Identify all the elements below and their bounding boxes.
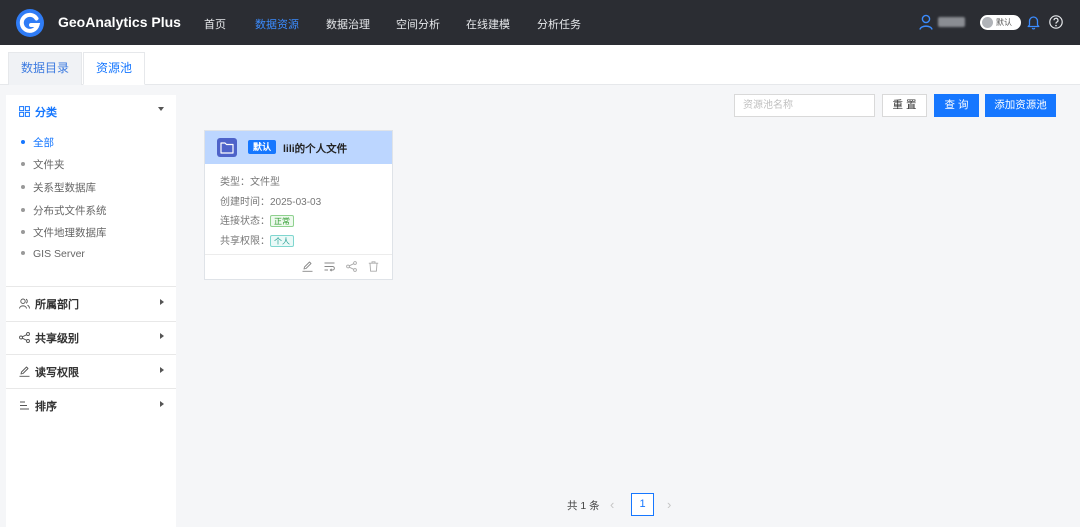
- bullet-dot: [21, 162, 25, 167]
- category-all[interactable]: 全部: [21, 135, 54, 150]
- card-share-row: 共享权限： 个人: [220, 232, 294, 248]
- theme-toggle-label: 默认: [996, 18, 1012, 27]
- card-status-row: 连接状态： 正常: [220, 212, 294, 228]
- section-rw-permission[interactable]: 读写权限: [6, 355, 176, 388]
- category-relational-db[interactable]: 关系型数据库: [21, 180, 96, 195]
- share-badge: 个人: [270, 235, 294, 248]
- prev-page-chevron-left-icon[interactable]: ‹: [610, 497, 614, 512]
- app-title: GeoAnalytics Plus: [58, 14, 181, 30]
- tab-data-catalog[interactable]: 数据目录: [8, 52, 83, 85]
- chevron-right-icon: [160, 367, 164, 373]
- nav-home[interactable]: 首页: [204, 16, 226, 32]
- bullet-dot: [21, 208, 25, 213]
- reset-button[interactable]: 重 置: [882, 94, 927, 117]
- top-navbar: GeoAnalytics Plus 首页 数据资源 数据治理 空间分析 在线建模…: [0, 0, 1080, 45]
- category-gis-server-label: GIS Server: [33, 248, 85, 260]
- user-icon[interactable]: [919, 14, 933, 30]
- add-resource-pool-button[interactable]: 添加资源池: [985, 94, 1056, 117]
- bullet-dot: [21, 251, 25, 256]
- share-icon[interactable]: [346, 261, 357, 272]
- app-logo-icon[interactable]: [15, 8, 45, 38]
- filter-sidebar: 分类 全部 文件夹 关系型数据库 分布式文件系统 文件地理数据库 GIS Ser…: [6, 95, 176, 527]
- nav-spatial-analysis[interactable]: 空间分析: [396, 16, 440, 32]
- category-file-geodatabase-label: 文件地理数据库: [33, 227, 107, 239]
- edit-icon: [19, 366, 30, 377]
- folder-icon: [217, 138, 237, 157]
- category-folder-label: 文件夹: [33, 159, 65, 171]
- bullet-dot: [21, 230, 25, 235]
- category-gis-server[interactable]: GIS Server: [21, 248, 85, 260]
- type-value: 文件型: [250, 177, 280, 188]
- theme-toggle[interactable]: 默认: [980, 15, 1021, 30]
- share-label: 共享权限：: [220, 236, 270, 247]
- section-department[interactable]: 所属部门: [6, 287, 176, 320]
- bullet-dot: [21, 140, 25, 145]
- next-page-chevron-right-icon[interactable]: ›: [667, 497, 671, 512]
- nav-analysis-tasks[interactable]: 分析任务: [537, 16, 581, 32]
- chevron-down-icon: [158, 107, 164, 111]
- bell-icon[interactable]: [1027, 14, 1040, 30]
- chevron-right-icon: [160, 401, 164, 407]
- page-number-button[interactable]: 1: [631, 493, 654, 516]
- bullet-dot: [21, 185, 25, 190]
- card-title[interactable]: lili的个人文件: [283, 141, 347, 156]
- resource-pool-card[interactable]: 默认 lili的个人文件 类型：文件型 创建时间：2025-03-03 连接状态…: [204, 130, 393, 280]
- status-badge: 正常: [270, 215, 294, 228]
- type-label: 类型：: [220, 177, 250, 188]
- nav-online-modeling[interactable]: 在线建模: [466, 16, 510, 32]
- nav-data-resources[interactable]: 数据资源: [255, 16, 299, 32]
- help-icon[interactable]: [1049, 15, 1063, 29]
- section-share-level[interactable]: 共享级别: [6, 321, 176, 354]
- user-name-blurred[interactable]: [938, 17, 965, 27]
- status-label: 连接状态：: [220, 216, 270, 227]
- category-relational-db-label: 关系型数据库: [33, 182, 96, 194]
- section-category[interactable]: 分类: [6, 95, 176, 128]
- section-rw-permission-label: 读写权限: [35, 366, 79, 379]
- category-folder[interactable]: 文件夹: [21, 157, 65, 172]
- section-department-label: 所属部门: [35, 298, 79, 311]
- share-icon: [19, 332, 30, 343]
- tab-resource-pool[interactable]: 资源池: [83, 52, 146, 85]
- card-header: 默认 lili的个人文件: [205, 131, 392, 164]
- card-type-row: 类型：文件型: [220, 173, 280, 188]
- nav-data-governance[interactable]: 数据治理: [326, 16, 370, 32]
- category-distributed-fs[interactable]: 分布式文件系统: [21, 203, 107, 218]
- section-category-label: 分类: [35, 106, 57, 119]
- chevron-right-icon: [160, 333, 164, 339]
- chevron-right-icon: [160, 299, 164, 305]
- default-badge: 默认: [248, 140, 277, 154]
- section-sort[interactable]: 排序: [6, 389, 176, 422]
- text-wrap-icon[interactable]: [324, 261, 335, 272]
- edit-icon[interactable]: [302, 261, 313, 272]
- category-all-label: 全部: [33, 137, 54, 149]
- toggle-knob: [982, 17, 993, 28]
- tab-bar: 数据目录 资源池: [0, 45, 1080, 85]
- sort-icon: [20, 401, 29, 410]
- delete-icon[interactable]: [368, 261, 379, 272]
- section-share-level-label: 共享级别: [35, 332, 79, 345]
- people-icon: [19, 298, 30, 309]
- pagination-total: 共 1 条: [567, 500, 600, 512]
- resource-pool-search-input[interactable]: [734, 94, 875, 117]
- category-distributed-fs-label: 分布式文件系统: [33, 205, 107, 217]
- created-label: 创建时间：: [220, 197, 270, 208]
- category-file-geodatabase[interactable]: 文件地理数据库: [21, 225, 107, 240]
- created-value: 2025-03-03: [270, 197, 322, 208]
- section-sort-label: 排序: [35, 400, 57, 413]
- query-button[interactable]: 查 询: [934, 94, 979, 117]
- card-created-row: 创建时间：2025-03-03: [220, 193, 321, 208]
- grid-icon: [19, 106, 30, 117]
- card-divider: [205, 254, 392, 255]
